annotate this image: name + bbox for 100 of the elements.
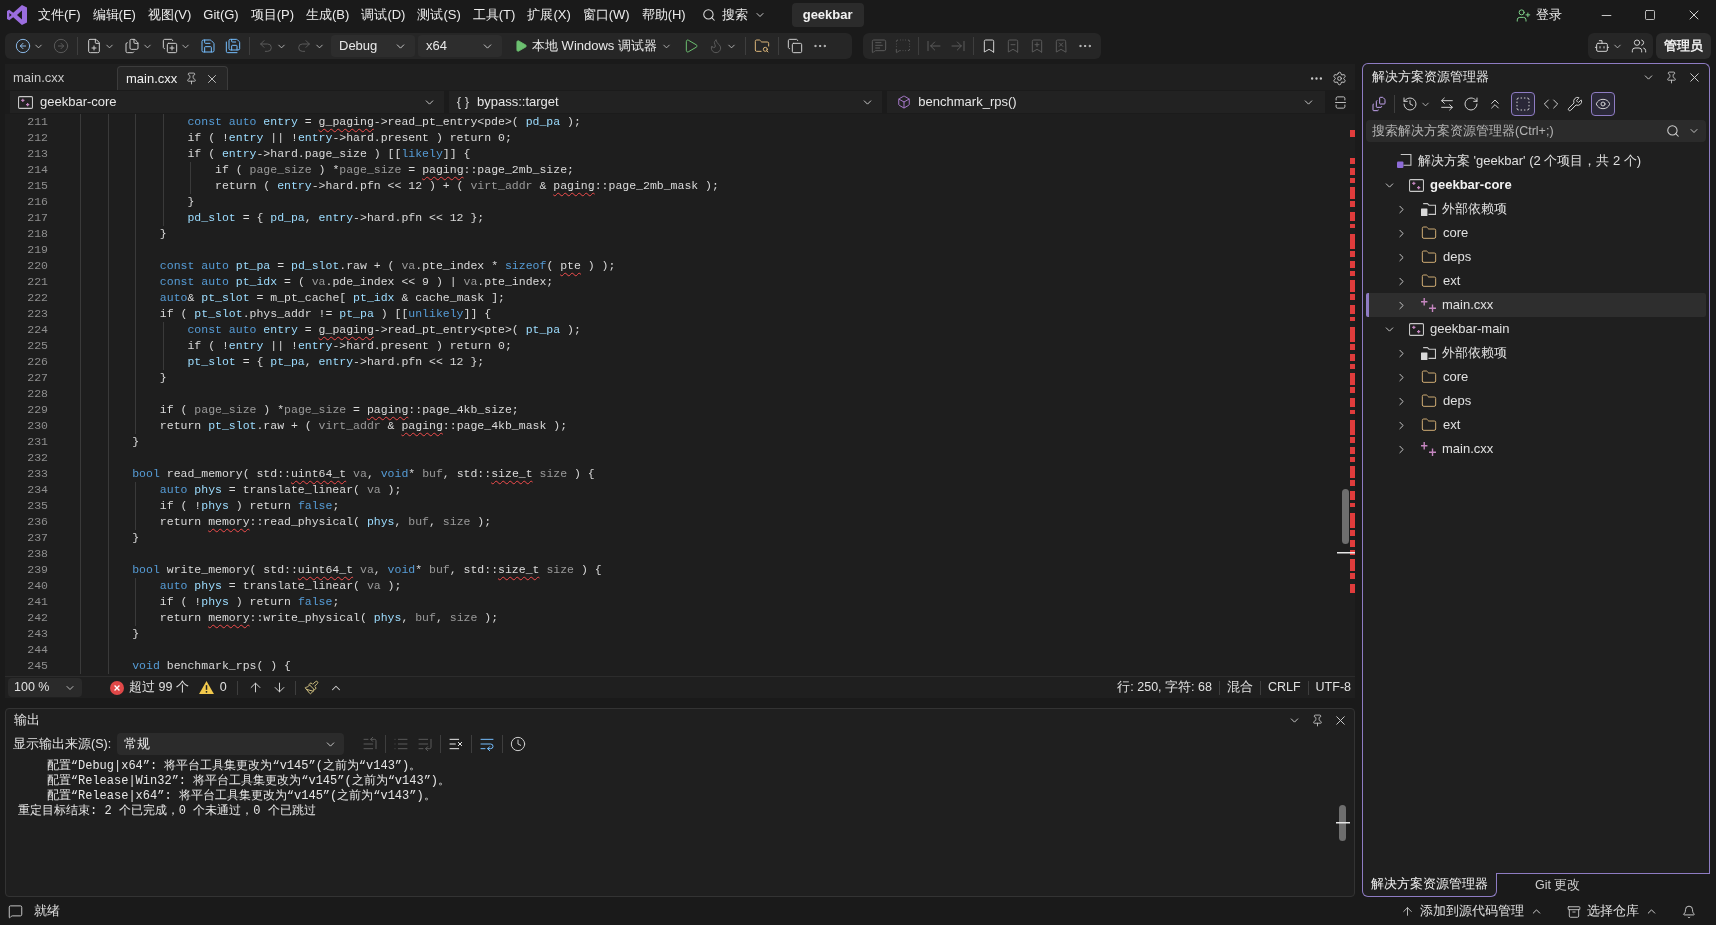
play-icon	[514, 39, 528, 53]
zoom-dropdown[interactable]: 100 %	[8, 678, 82, 697]
tree-item[interactable]: 解决方案 'geekbar' (2 个项目，共 2 个)	[1366, 149, 1706, 173]
list-x-icon[interactable]	[448, 736, 465, 752]
repository-button[interactable]: 选择仓库	[1565, 900, 1660, 923]
users-icon[interactable]	[1631, 38, 1647, 54]
error-count[interactable]: 超过 99 个	[129, 678, 189, 697]
code-line: return pt_slot.raw + ( virt_addr & paging::page_4kb_mask );	[159, 418, 568, 434]
search-field[interactable]: 搜索解决方案资源管理器(Ctrl+;)	[1366, 120, 1706, 142]
encoding[interactable]: UTF-8	[1315, 678, 1351, 697]
plus-plus-icon	[1421, 298, 1436, 312]
menu-item[interactable]: 视图(V)	[141, 3, 198, 27]
bell-icon[interactable]	[1682, 904, 1696, 919]
tree-item[interactable]: geekbar-main	[1366, 317, 1706, 341]
panel-tab[interactable]: 解决方案资源管理器	[1362, 873, 1497, 897]
search-button[interactable]: 搜索	[693, 3, 774, 27]
menu-item[interactable]: 扩展(X)	[521, 3, 577, 27]
account-button[interactable]: 管理员	[1656, 33, 1711, 59]
source-dropdown[interactable]: 常规	[117, 733, 345, 755]
panel-tab[interactable]: Git 更改	[1497, 873, 1710, 897]
save-all-icon[interactable]	[225, 38, 241, 54]
maximize-icon[interactable]	[1644, 9, 1656, 21]
start-debugging-button[interactable]: 本地 Windows 调试器	[508, 35, 678, 57]
pin-icon[interactable]	[185, 72, 198, 85]
line-number: 220	[26, 258, 48, 274]
line-number: 219	[26, 242, 48, 258]
line-ending[interactable]: CRLF	[1267, 678, 1301, 697]
menu-item[interactable]: 编辑(E)	[86, 3, 142, 27]
line-number: 211	[26, 114, 48, 130]
tree-item[interactable]: main.cxx	[1366, 293, 1706, 317]
member-dropdown[interactable]: benchmark_rps()	[887, 91, 1325, 113]
code-line: bool read_memory( std::uint64_t va, void* buf, std::size_t size ) {	[132, 466, 595, 482]
brush-icon[interactable]	[303, 680, 319, 695]
dropdown[interactable]: Debug	[331, 35, 415, 57]
menu-item[interactable]: 文件(F)	[32, 3, 87, 27]
editor-tab[interactable]: main.cxx	[117, 66, 228, 90]
line-number: 229	[26, 402, 48, 418]
tree-item[interactable]: core	[1366, 221, 1706, 245]
arrow-up-icon	[1401, 905, 1414, 918]
split-icon[interactable]	[1333, 94, 1348, 110]
message-icon[interactable]	[8, 904, 23, 919]
cursor-position[interactable]: 行: 250, 字符: 68	[1117, 678, 1212, 697]
wrap-text-icon[interactable]	[479, 736, 496, 752]
refresh-icon[interactable]	[1463, 96, 1479, 112]
menu-item[interactable]: 帮助(H)	[635, 3, 692, 27]
copy-plus-icon[interactable]	[162, 38, 178, 54]
tree-item[interactable]: ext	[1366, 413, 1706, 437]
menu-item[interactable]: 测试(S)	[411, 3, 467, 27]
search-icon	[701, 8, 716, 22]
wrench-icon[interactable]	[1567, 96, 1583, 112]
line-number: 225	[26, 338, 48, 354]
code-line: auto phys = translate_linear( va );	[159, 482, 402, 498]
menu-item[interactable]: Git(G)	[197, 3, 245, 27]
copy-icon[interactable]	[786, 38, 803, 54]
code-line: pd_slot = { pd_pa, entry->hard.pfn << 12 };	[187, 210, 485, 226]
file-plus-icon[interactable]	[86, 38, 102, 54]
tree-item[interactable]: geekbar-core	[1366, 173, 1706, 197]
editor-tab[interactable]: main.cxx	[5, 66, 115, 90]
tree-item[interactable]: 外部依赖项	[1366, 341, 1706, 365]
warning-count[interactable]: 0	[219, 678, 227, 697]
sign-in-button[interactable]: 登录	[1512, 3, 1566, 27]
status-item[interactable]: 混合	[1226, 678, 1253, 697]
history-icon[interactable]	[1402, 96, 1418, 112]
folder-search-icon[interactable]	[753, 38, 770, 54]
menu-item[interactable]: 项目(P)	[244, 3, 301, 27]
pin-icon[interactable]	[1311, 713, 1324, 727]
tree-item[interactable]: deps	[1366, 389, 1706, 413]
settings-icon[interactable]	[1332, 70, 1347, 86]
folder-icon	[1421, 393, 1437, 409]
warning-icon	[198, 681, 214, 694]
menu-item[interactable]: 生成(B)	[300, 3, 356, 27]
source-control-button[interactable]: 添加到源代码管理	[1399, 900, 1545, 923]
line-number: 222	[26, 290, 48, 306]
dropdown[interactable]: x64	[418, 35, 502, 57]
menu-item[interactable]: 工具(T)	[466, 3, 522, 27]
bookmark-icon[interactable]	[981, 38, 997, 54]
file-stack-icon[interactable]	[1371, 96, 1387, 112]
files-icon[interactable]	[124, 38, 140, 54]
search-icon[interactable]	[1666, 124, 1680, 138]
tree-item[interactable]: deps	[1366, 245, 1706, 269]
arrow-left-right-icon[interactable]	[1439, 96, 1455, 112]
output-line: 重定目标结束: 2 个已完成，0 个未通过，0 个已跳过	[18, 804, 316, 819]
menu-item[interactable]: 窗口(W)	[576, 3, 636, 27]
bot-icon[interactable]	[1594, 38, 1610, 54]
tree-item[interactable]: 外部依赖项	[1366, 197, 1706, 221]
clock-icon[interactable]	[510, 736, 527, 752]
tree-item[interactable]: ext	[1366, 269, 1706, 293]
arrow-left-circle-icon[interactable]	[15, 38, 31, 54]
scope-dropdown[interactable]: { } bypass::target	[448, 91, 883, 113]
status-text: 就绪	[34, 903, 60, 921]
code-icon[interactable]	[1543, 96, 1559, 112]
menu-item[interactable]: 调试(D)	[355, 3, 412, 27]
tree-item[interactable]: core	[1366, 365, 1706, 389]
project-dropdown[interactable]: geekbar-core	[10, 91, 444, 113]
save-icon[interactable]	[200, 38, 216, 54]
folder-icon	[1421, 417, 1437, 433]
pin-icon[interactable]	[1665, 70, 1678, 84]
arrow-down-icon[interactable]	[271, 680, 287, 695]
archive-icon	[1567, 904, 1581, 919]
tree-item[interactable]: main.cxx	[1366, 437, 1706, 461]
